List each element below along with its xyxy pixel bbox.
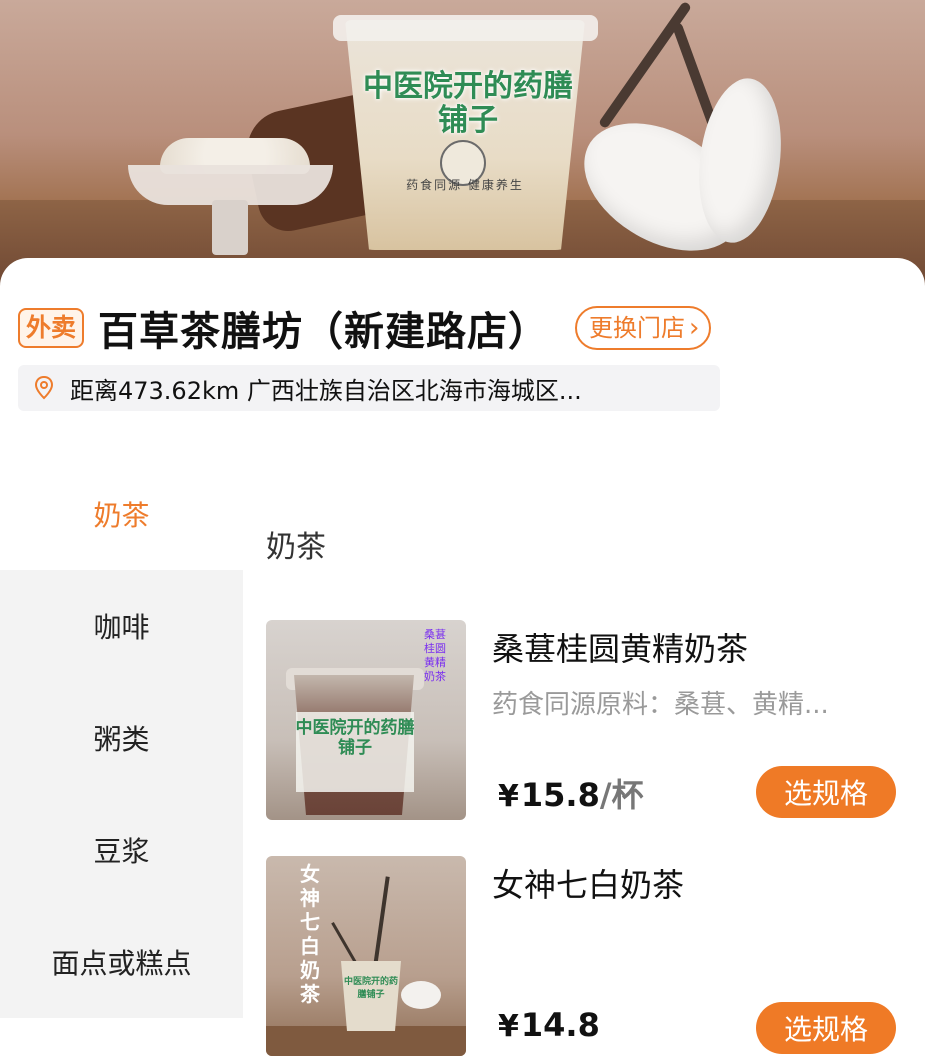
product-card[interactable]: 中医院开的药膳铺子 桑葚桂圆黄精奶茶 桑葚桂圆黄精奶茶 药食同源原料：桑葚、黄精… bbox=[266, 620, 906, 820]
thumb-vertical-title: 女神七白奶茶 bbox=[300, 862, 320, 1006]
category-label: 奶茶 bbox=[93, 499, 150, 532]
product-image[interactable]: 中医院开的药膳铺子 女神七白奶茶 bbox=[266, 856, 466, 1056]
product-name: 桑葚桂圆黄精奶茶 bbox=[492, 630, 749, 668]
category-label: 面点或糕点 bbox=[51, 947, 192, 980]
product-image[interactable]: 中医院开的药膳铺子 桑葚桂圆黄精奶茶 bbox=[266, 620, 466, 820]
thumb-cup-label: 中医院开的药膳铺子 bbox=[343, 977, 398, 1000]
currency-symbol: ¥ bbox=[498, 779, 519, 814]
store-name: 百草茶膳坊（新建路店） bbox=[98, 309, 550, 355]
chevron-right-icon: › bbox=[689, 313, 700, 343]
product-desc: 药食同源原料：桑葚、黄精... bbox=[492, 690, 829, 720]
hero-bowl bbox=[128, 165, 333, 205]
product-card[interactable]: 中医院开的药膳铺子 女神七白奶茶 女神七白奶茶 ¥14.8 选规格 bbox=[266, 856, 906, 1056]
category-item-coffee[interactable]: 咖啡 bbox=[0, 570, 243, 682]
hero-cup-label: 中医院开的药膳铺子 bbox=[363, 69, 573, 138]
price-unit: /杯 bbox=[599, 776, 644, 814]
hero-branch bbox=[597, 0, 693, 130]
location-pin-icon bbox=[34, 376, 64, 400]
store-header: 外卖 百草茶膳坊（新建路店） 更换门店 › bbox=[18, 300, 712, 356]
section-title: 奶茶 bbox=[266, 530, 326, 565]
category-sidebar: 奶茶 咖啡 粥类 豆浆 面点或糕点 bbox=[0, 458, 243, 1062]
currency-symbol: ¥ bbox=[498, 1009, 519, 1044]
thumb-side-text: 桑葚桂圆黄精奶茶 bbox=[424, 628, 446, 683]
category-label: 豆浆 bbox=[93, 835, 150, 868]
category-item-pastry[interactable]: 面点或糕点 bbox=[0, 906, 243, 1018]
thumb-cup-label: 中医院开的药膳铺子 bbox=[295, 718, 415, 758]
select-spec-button[interactable]: 选规格 bbox=[756, 766, 896, 818]
product-name: 女神七白奶茶 bbox=[492, 866, 685, 904]
product-price: ¥14.8 bbox=[498, 1006, 600, 1044]
hero-bowl-stem bbox=[212, 200, 248, 255]
store-address[interactable]: 距离473.62km 广西壮族自治区北海市海城区... bbox=[18, 365, 720, 411]
change-store-label: 更换门店 bbox=[589, 314, 686, 342]
thumb-slice bbox=[401, 981, 441, 1009]
hero-cup-lid bbox=[333, 15, 598, 41]
price-value: 15.8 bbox=[520, 776, 600, 814]
change-store-button[interactable]: 更换门店 › bbox=[575, 306, 712, 350]
category-label: 粥类 bbox=[93, 723, 150, 756]
category-item-milk-tea[interactable]: 奶茶 bbox=[0, 458, 243, 570]
price-value: 14.8 bbox=[520, 1006, 600, 1044]
category-label: 咖啡 bbox=[93, 611, 150, 644]
hero-cup-slogan: 药食同源 健康养生 bbox=[406, 178, 524, 192]
hero-banner: 中医院开的药膳铺子 药食同源 健康养生 bbox=[0, 0, 925, 300]
product-price: ¥15.8/杯 bbox=[498, 770, 644, 816]
address-text: 距离473.62km 广西壮族自治区北海市海城区... bbox=[70, 376, 582, 405]
category-item-soy-milk[interactable]: 豆浆 bbox=[0, 794, 243, 906]
takeaway-badge: 外卖 bbox=[18, 308, 85, 348]
category-item-porridge[interactable]: 粥类 bbox=[0, 682, 243, 794]
select-spec-button[interactable]: 选规格 bbox=[756, 1002, 896, 1054]
